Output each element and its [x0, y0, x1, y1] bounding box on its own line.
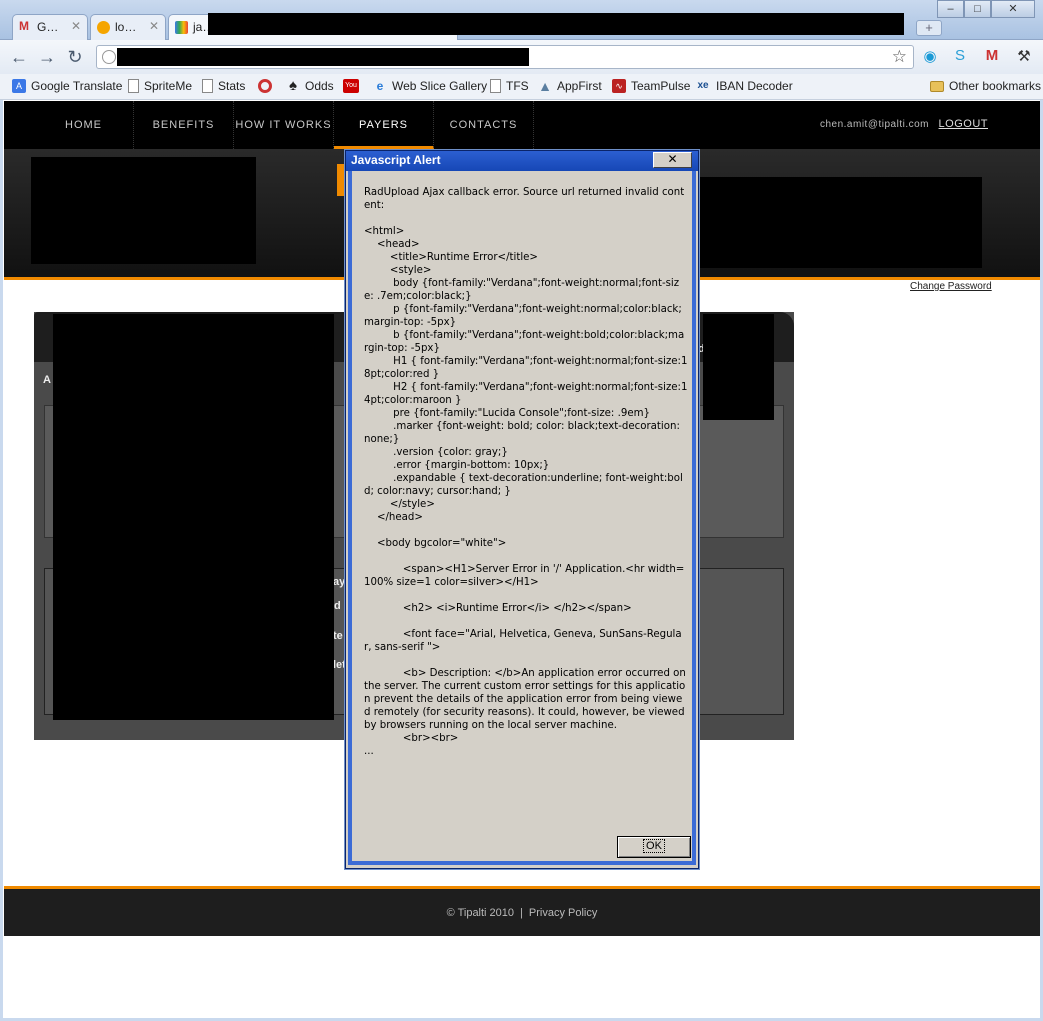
nav-payers[interactable]: PAYERS: [334, 101, 434, 149]
spade-icon: ♠: [289, 77, 297, 94]
redacted-content-right: [703, 314, 774, 420]
redacted-banner: [694, 177, 982, 268]
bookmark-label: Web Slice Gallery: [392, 79, 488, 93]
footer-copyright: © Tipalti 2010: [446, 907, 515, 919]
teampulse-icon: ∿: [612, 79, 626, 93]
ok-label: OK: [643, 839, 665, 853]
nav-how-it-works[interactable]: HOW IT WORKS: [234, 101, 334, 149]
address-bar[interactable]: ☆: [96, 45, 914, 69]
new-tab-button[interactable]: +: [916, 20, 942, 36]
close-icon[interactable]: ✕: [71, 19, 81, 33]
tab-label: G…: [37, 20, 59, 34]
logout-link[interactable]: LOGOUT: [939, 118, 988, 130]
close-icon[interactable]: ✕: [149, 19, 159, 33]
other-bookmarks-label: Other bookmarks: [949, 79, 1042, 93]
reload-icon[interactable]: ↻: [64, 47, 86, 68]
tab-label: lo…: [115, 20, 137, 34]
back-icon[interactable]: ←: [8, 47, 30, 68]
bookmark-iban-decoder[interactable]: xe IBAN Decoder: [695, 79, 793, 93]
bookmark-star-icon[interactable]: ☆: [892, 47, 907, 67]
dialog-title-bar: Javascript Alert ✕: [346, 151, 698, 171]
footer-separator: |: [520, 907, 523, 919]
bookmark-label: Odds: [305, 79, 334, 93]
google-icon: [175, 21, 188, 34]
site-footer: © Tipalti 2010 | Privacy Policy: [4, 889, 1040, 936]
bookmark-stats[interactable]: Stats: [202, 79, 245, 93]
text-fragment: te: [333, 630, 343, 642]
dialog-title: Javascript Alert: [351, 153, 441, 167]
bookmark-youtube[interactable]: You: [343, 79, 364, 93]
tab-gmail[interactable]: M G… ✕: [12, 14, 88, 40]
minimize-icon[interactable]: –: [937, 0, 964, 18]
alert-message: RadUpload Ajax callback error. Source ur…: [364, 187, 688, 757]
bookmark-appfirst[interactable]: ▲ AppFirst: [538, 79, 602, 93]
extension-icon[interactable]: ◉: [920, 47, 940, 67]
maximize-icon[interactable]: □: [964, 0, 991, 18]
orange-circle-icon: [97, 21, 110, 34]
redacted-logo: [31, 157, 256, 264]
tab-second[interactable]: lo… ✕: [90, 14, 166, 40]
user-email: chen.amit@tipalti.com: [819, 119, 929, 130]
change-password-link[interactable]: Change Password: [910, 281, 992, 292]
text-fragment: A: [43, 374, 51, 386]
redacted-block: [208, 13, 904, 35]
bookmark-label: TFS: [506, 79, 529, 93]
lifebuoy-icon: [258, 79, 272, 93]
bookmark-teampulse[interactable]: ∿ TeamPulse: [612, 79, 690, 93]
youtube-icon: You: [343, 79, 359, 93]
xe-icon: xe: [697, 80, 709, 91]
javascript-alert-dialog: Javascript Alert ✕ RadUpload Ajax callba…: [345, 150, 699, 869]
other-bookmarks[interactable]: Other bookmarks: [930, 79, 1041, 93]
text-fragment: ay: [333, 576, 346, 588]
page-icon: [490, 79, 501, 93]
orange-accent: [337, 164, 345, 196]
bookmark-label: Google Translate: [31, 79, 123, 93]
bookmark-tfs[interactable]: TFS: [490, 79, 529, 93]
bookmarks-bar: A Google Translate SpriteMe Stats ♠ Odds…: [0, 74, 1043, 100]
text-fragment: let: [333, 659, 346, 671]
bookmark-label: SpriteMe: [144, 79, 193, 93]
forward-icon[interactable]: →: [36, 47, 58, 68]
gmail-icon: M: [19, 19, 29, 33]
tab-strip: M G… ✕ lo… ✕ ja… + – □ ✕: [0, 0, 1043, 40]
bookmark-odds[interactable]: ♠ Odds: [286, 77, 334, 94]
nav-home[interactable]: HOME: [34, 101, 134, 149]
bookmark-spriteme[interactable]: SpriteMe: [128, 79, 192, 93]
translate-icon: A: [12, 79, 26, 93]
bookmark-label: AppFirst: [557, 79, 602, 93]
dialog-body: RadUpload Ajax callback error. Source ur…: [348, 171, 696, 865]
ok-button[interactable]: OK: [617, 836, 691, 858]
bookmark-google-translate[interactable]: A Google Translate: [12, 79, 122, 93]
bookmark-label: IBAN Decoder: [716, 79, 793, 93]
wrench-icon[interactable]: ⚒: [1014, 47, 1034, 67]
bookmark-label: Stats: [218, 79, 246, 93]
text-fragment: d: [334, 600, 341, 612]
nav-contacts[interactable]: CONTACTS: [434, 101, 534, 149]
close-icon[interactable]: ✕: [653, 152, 692, 168]
page-icon: [202, 79, 213, 93]
redacted-url: [117, 48, 529, 66]
browser-toolbar: ← → ↻ ☆ ◉ S M ⚒: [0, 40, 1043, 74]
bookmark-web-slice-gallery[interactable]: e Web Slice Gallery: [373, 79, 488, 93]
site-navigation: HOME BENEFITS HOW IT WORKS PAYERS CONTAC…: [4, 101, 1040, 149]
nav-benefits[interactable]: BENEFITS: [134, 101, 234, 149]
gmail-checker-icon[interactable]: M: [982, 47, 1002, 67]
folder-icon: [930, 80, 944, 92]
redacted-content: [53, 314, 334, 720]
bookmark-lifebuoy[interactable]: [258, 79, 277, 93]
page-icon: [128, 79, 139, 93]
window-controls: – □ ✕: [937, 0, 1035, 18]
privacy-policy-link[interactable]: Privacy Policy: [529, 907, 597, 919]
globe-icon: [102, 50, 116, 64]
bookmark-label: TeamPulse: [631, 79, 691, 93]
ie-icon: e: [376, 79, 384, 93]
skype-icon[interactable]: S: [950, 47, 970, 67]
appfirst-icon: ▲: [538, 78, 552, 94]
close-window-icon[interactable]: ✕: [991, 0, 1035, 18]
